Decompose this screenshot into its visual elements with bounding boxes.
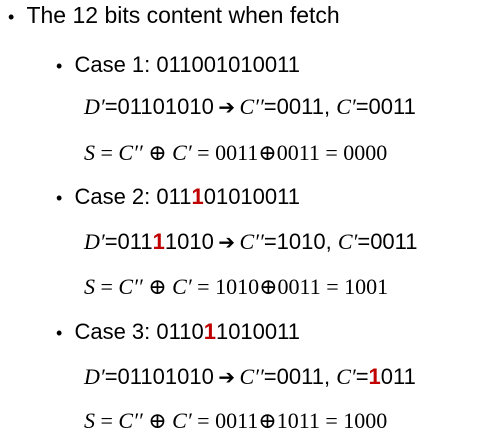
flipped-bit: 1 — [152, 229, 165, 254]
s-symbol: S — [84, 274, 95, 299]
case-2-s-line: S = C′′ ⊕ C′ = 1010⊕0011 = 1001 — [84, 274, 389, 299]
right-arrow-icon: ➔ — [218, 367, 236, 389]
heading-text: The 12 bits content when fetch — [26, 2, 340, 28]
bullet-icon: • — [56, 188, 63, 208]
c-prime-symbol: C′ — [336, 94, 356, 119]
case-1-label: Case 1: 011001010011 — [74, 52, 300, 77]
c-double-prime-value: =1010, — [263, 229, 338, 254]
case-1-s-line: S = C′′ ⊕ C′ = 0011⊕0011 = 0000 — [84, 140, 388, 165]
c-prime-symbol: C′ — [336, 364, 356, 389]
flipped-bit: 1 — [191, 184, 204, 209]
s-result: = 0011⊕1011 = 1000 — [191, 408, 388, 433]
d-prime-symbol: D′ — [84, 229, 105, 254]
c-double-prime-symbol: C′′ — [239, 94, 264, 119]
s-result: = 0011⊕0011 = 0000 — [191, 140, 388, 165]
d-prime-symbol: D′ — [84, 364, 105, 389]
c-double-prime-symbol: C′′ — [239, 364, 264, 389]
case-2-d-line: D′=01111010 ➔ C′′=1010, C′=0011 — [84, 229, 418, 254]
case-2-label: Case 2: 011101010011 — [74, 184, 300, 209]
c-double-prime-symbol: C′′ — [239, 229, 264, 254]
case-3-d-line: D′=01101010 ➔ C′′=0011, C′=1011 — [84, 364, 416, 389]
c-double-prime-value: =0011, — [263, 94, 337, 119]
d-prime-symbol: D′ — [84, 94, 105, 119]
case-2-label-line: • Case 2: 011101010011 — [56, 186, 300, 208]
slide: • The 12 bits content when fetch • Case … — [0, 0, 494, 433]
right-arrow-icon: ➔ — [218, 232, 236, 254]
xor-icon: ⊕ — [142, 408, 173, 433]
xor-icon: ⊕ — [142, 274, 173, 299]
case-3-s-line: S = C′′ ⊕ C′ = 0011⊕1011 = 1000 — [84, 408, 388, 433]
xor-icon: ⊕ — [142, 140, 173, 165]
bullet-icon: • — [8, 7, 15, 27]
d-prime-value: =01101010 — [104, 364, 214, 389]
flipped-bit: 1 — [368, 364, 381, 389]
bullet-icon: • — [56, 56, 63, 76]
flipped-bit: 1 — [203, 319, 216, 344]
c-prime-symbol: C′ — [337, 229, 358, 254]
c-double-prime-value: =0011, — [263, 364, 337, 389]
c-prime-value: =1011 — [355, 364, 416, 389]
case-1-label-line: • Case 1: 011001010011 — [56, 54, 300, 76]
right-arrow-icon: ➔ — [218, 97, 236, 119]
s-symbol: S — [84, 408, 95, 433]
case-3-label-line: • Case 3: 011011010011 — [56, 321, 300, 343]
case-1-d-line: D′=01101010 ➔ C′′=0011, C′=0011 — [84, 94, 416, 119]
c-prime-value: =0011 — [355, 94, 416, 119]
bullet-icon: • — [56, 323, 63, 343]
s-symbol: S — [84, 140, 95, 165]
s-result: = 1010⊕0011 = 1001 — [191, 274, 389, 299]
d-prime-value: =01101010 — [104, 94, 214, 119]
case-3-label: Case 3: 011011010011 — [74, 319, 300, 344]
heading-line: • The 12 bits content when fetch — [8, 4, 340, 27]
c-prime-value: =0011 — [357, 229, 418, 254]
d-prime-value: =01111010 — [104, 229, 214, 254]
